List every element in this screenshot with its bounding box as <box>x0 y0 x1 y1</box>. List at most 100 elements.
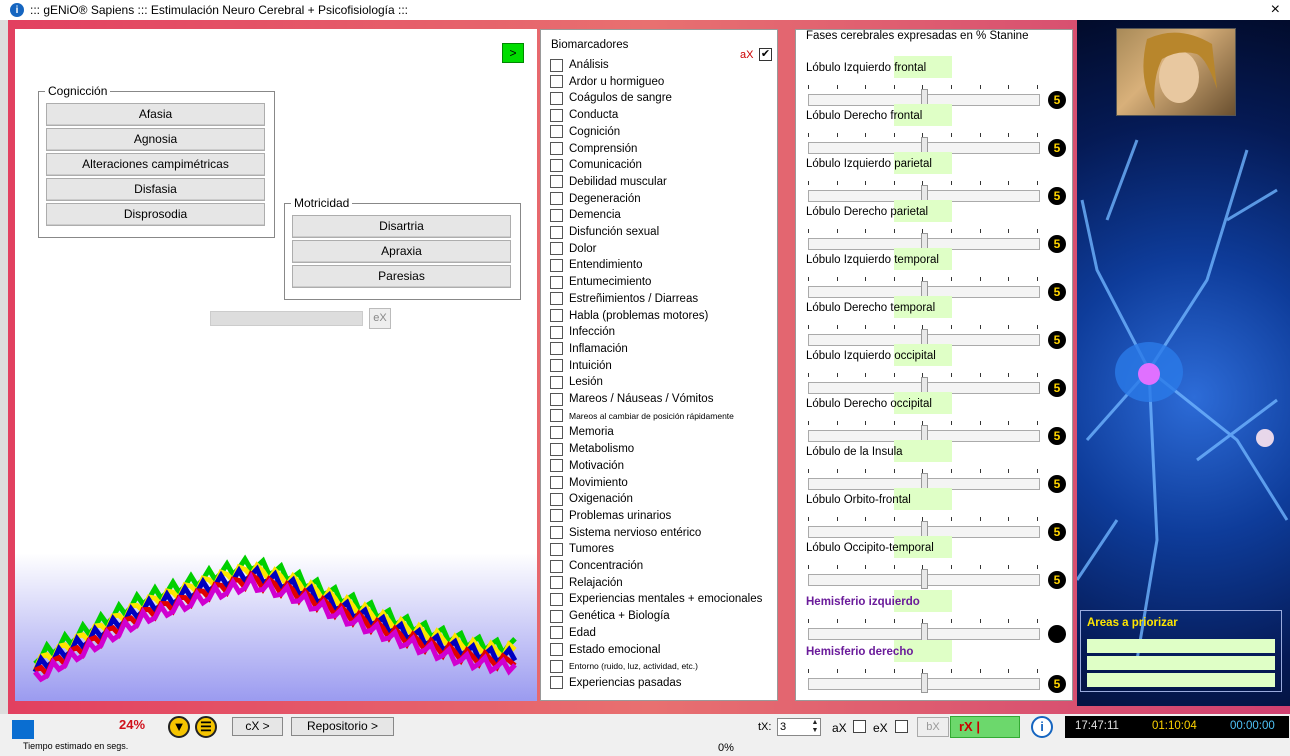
biomarcador-checkbox[interactable] <box>550 676 563 690</box>
biomarcador-item[interactable]: Debilidad muscular <box>550 174 667 190</box>
biomarcador-checkbox[interactable] <box>550 459 563 473</box>
biomarcador-checkbox[interactable] <box>550 58 563 72</box>
biomarcador-checkbox[interactable] <box>550 409 563 423</box>
biomarcador-item[interactable]: Entendimiento <box>550 257 643 273</box>
ex-status-checkbox[interactable] <box>895 720 908 733</box>
alteraciones-campimetricas-button[interactable]: Alteraciones campimétricas <box>46 153 265 176</box>
biomarcador-item[interactable]: Edad <box>550 625 596 641</box>
biomarcador-checkbox[interactable] <box>550 576 563 590</box>
biomarcador-item[interactable]: Degeneración <box>550 191 641 207</box>
tx-spinner[interactable]: ▲ ▼ <box>810 719 820 735</box>
disfasia-button[interactable]: Disfasia <box>46 178 265 201</box>
biomarcador-checkbox[interactable] <box>550 125 563 139</box>
biomarcador-checkbox[interactable] <box>550 325 563 339</box>
biomarcador-checkbox[interactable] <box>550 342 563 356</box>
biomarcador-item[interactable]: Oxigenación <box>550 491 633 507</box>
biomarcador-checkbox[interactable] <box>550 609 563 623</box>
biomarcador-item[interactable]: Análisis <box>550 57 609 73</box>
biomarcador-item[interactable]: Ardor u hormigueo <box>550 74 664 90</box>
biomarcador-item[interactable]: Movimiento <box>550 475 628 491</box>
biomarcador-checkbox[interactable] <box>550 225 563 239</box>
agnosia-button[interactable]: Agnosia <box>46 128 265 151</box>
cx-button[interactable]: cX > <box>232 717 283 736</box>
biomarcador-item[interactable]: Comprensión <box>550 141 637 157</box>
biomarcador-item[interactable]: Entorno (ruido, luz, actividad, etc.) <box>550 658 698 674</box>
biomarcador-item[interactable]: Intuición <box>550 358 612 374</box>
biomarcador-item[interactable]: Dolor <box>550 241 596 257</box>
biomarcador-item[interactable]: Cognición <box>550 124 620 140</box>
ax-status-checkbox[interactable] <box>853 720 866 733</box>
biomarcador-checkbox[interactable] <box>550 509 563 523</box>
biomarcador-item[interactable]: Conducta <box>550 107 618 123</box>
biomarcador-item[interactable]: Habla (problemas motores) <box>550 308 708 324</box>
biomarcador-item[interactable]: Infección <box>550 324 615 340</box>
biomarcador-checkbox[interactable] <box>550 559 563 573</box>
biomarcador-checkbox[interactable] <box>550 292 563 306</box>
biomarcador-item[interactable]: Disfunción sexual <box>550 224 659 240</box>
bx-button[interactable]: bX <box>917 717 949 737</box>
biomarcador-item[interactable]: Entumecimiento <box>550 274 651 290</box>
biomarcador-checkbox[interactable] <box>550 108 563 122</box>
biomarcador-item[interactable]: Demencia <box>550 207 621 223</box>
biomarcador-checkbox[interactable] <box>550 442 563 456</box>
disprosodia-button[interactable]: Disprosodia <box>46 203 265 226</box>
biomarcador-item[interactable]: Genética + Biología <box>550 608 670 624</box>
biomarcador-checkbox[interactable] <box>550 476 563 489</box>
biomarcador-checkbox[interactable] <box>550 175 563 189</box>
paresias-button[interactable]: Paresias <box>292 265 511 288</box>
biomarcador-checkbox[interactable] <box>550 75 563 89</box>
biomarcador-checkbox[interactable] <box>550 526 563 540</box>
disartria-button[interactable]: Disartria <box>292 215 511 238</box>
menu-icon[interactable]: ☰ <box>195 716 217 738</box>
down-icon[interactable]: ▼ <box>168 716 190 738</box>
biomarcador-checkbox[interactable] <box>550 158 563 172</box>
biomarcador-item[interactable]: Experiencias mentales + emocionales <box>550 591 762 607</box>
biomarcador-item[interactable]: Tumores <box>550 541 614 557</box>
biomarcador-item[interactable]: Motivación <box>550 458 624 474</box>
biomarcador-item[interactable]: Estreñimientos / Diarreas <box>550 291 698 307</box>
biomarcador-item[interactable]: Concentración <box>550 558 643 574</box>
biomarcador-checkbox[interactable] <box>550 542 563 556</box>
biomarcador-checkbox[interactable] <box>550 208 563 222</box>
rx-button[interactable]: rX | <box>950 716 1020 738</box>
biomarcador-item[interactable]: Memoria <box>550 424 614 440</box>
biomarcador-item[interactable]: Sistema nervioso entérico <box>550 525 701 541</box>
biomarcador-checkbox[interactable] <box>550 142 563 155</box>
biomarcador-item[interactable]: Problemas urinarios <box>550 508 671 524</box>
biomarcador-item[interactable]: Mareos al cambiar de posición rápidament… <box>550 408 734 424</box>
lobe-slider-thumb[interactable] <box>921 569 928 589</box>
info-icon[interactable]: i <box>1031 716 1053 738</box>
lobe-slider-thumb[interactable] <box>921 673 928 693</box>
biomarcador-checkbox[interactable] <box>550 626 563 640</box>
biomarcador-item[interactable]: Inflamación <box>550 341 628 357</box>
biomarcador-checkbox[interactable] <box>550 242 563 256</box>
biomarcador-item[interactable]: Comunicación <box>550 157 642 173</box>
biomarcador-checkbox[interactable] <box>550 659 563 673</box>
biomarcador-item[interactable]: Lesión <box>550 374 603 390</box>
biomarcador-checkbox[interactable] <box>550 275 563 289</box>
repositorio-button[interactable]: Repositorio > <box>291 717 394 736</box>
apraxia-button[interactable]: Apraxia <box>292 240 511 263</box>
biomarcador-item[interactable]: Relajación <box>550 575 623 591</box>
biomarcador-checkbox[interactable] <box>550 643 563 656</box>
biomarcador-item[interactable]: Experiencias pasadas <box>550 675 682 691</box>
close-icon[interactable]: × <box>1271 0 1280 20</box>
ax-checkbox[interactable]: ✔ <box>759 48 772 61</box>
biomarcador-checkbox[interactable] <box>550 359 563 373</box>
afasia-button[interactable]: Afasia <box>46 103 265 126</box>
biomarcador-item[interactable]: Mareos / Náuseas / Vómitos <box>550 391 713 407</box>
biomarcador-item[interactable]: Metabolismo <box>550 441 634 457</box>
biomarcador-checkbox[interactable] <box>550 492 563 506</box>
biomarcador-checkbox[interactable] <box>550 375 563 389</box>
biomarcador-checkbox[interactable] <box>550 309 563 322</box>
biomarcador-checkbox[interactable] <box>550 258 563 272</box>
ex-button[interactable]: eX <box>369 308 391 329</box>
biomarcador-item[interactable]: Estado emocional <box>550 642 660 658</box>
biomarcador-checkbox[interactable] <box>550 392 563 406</box>
next-button[interactable]: > <box>502 43 524 63</box>
biomarcador-checkbox[interactable] <box>550 592 563 606</box>
biomarcador-checkbox[interactable] <box>550 192 563 206</box>
biomarcador-checkbox[interactable] <box>550 91 563 105</box>
biomarcador-item[interactable]: Coágulos de sangre <box>550 90 672 106</box>
biomarcador-checkbox[interactable] <box>550 425 563 439</box>
